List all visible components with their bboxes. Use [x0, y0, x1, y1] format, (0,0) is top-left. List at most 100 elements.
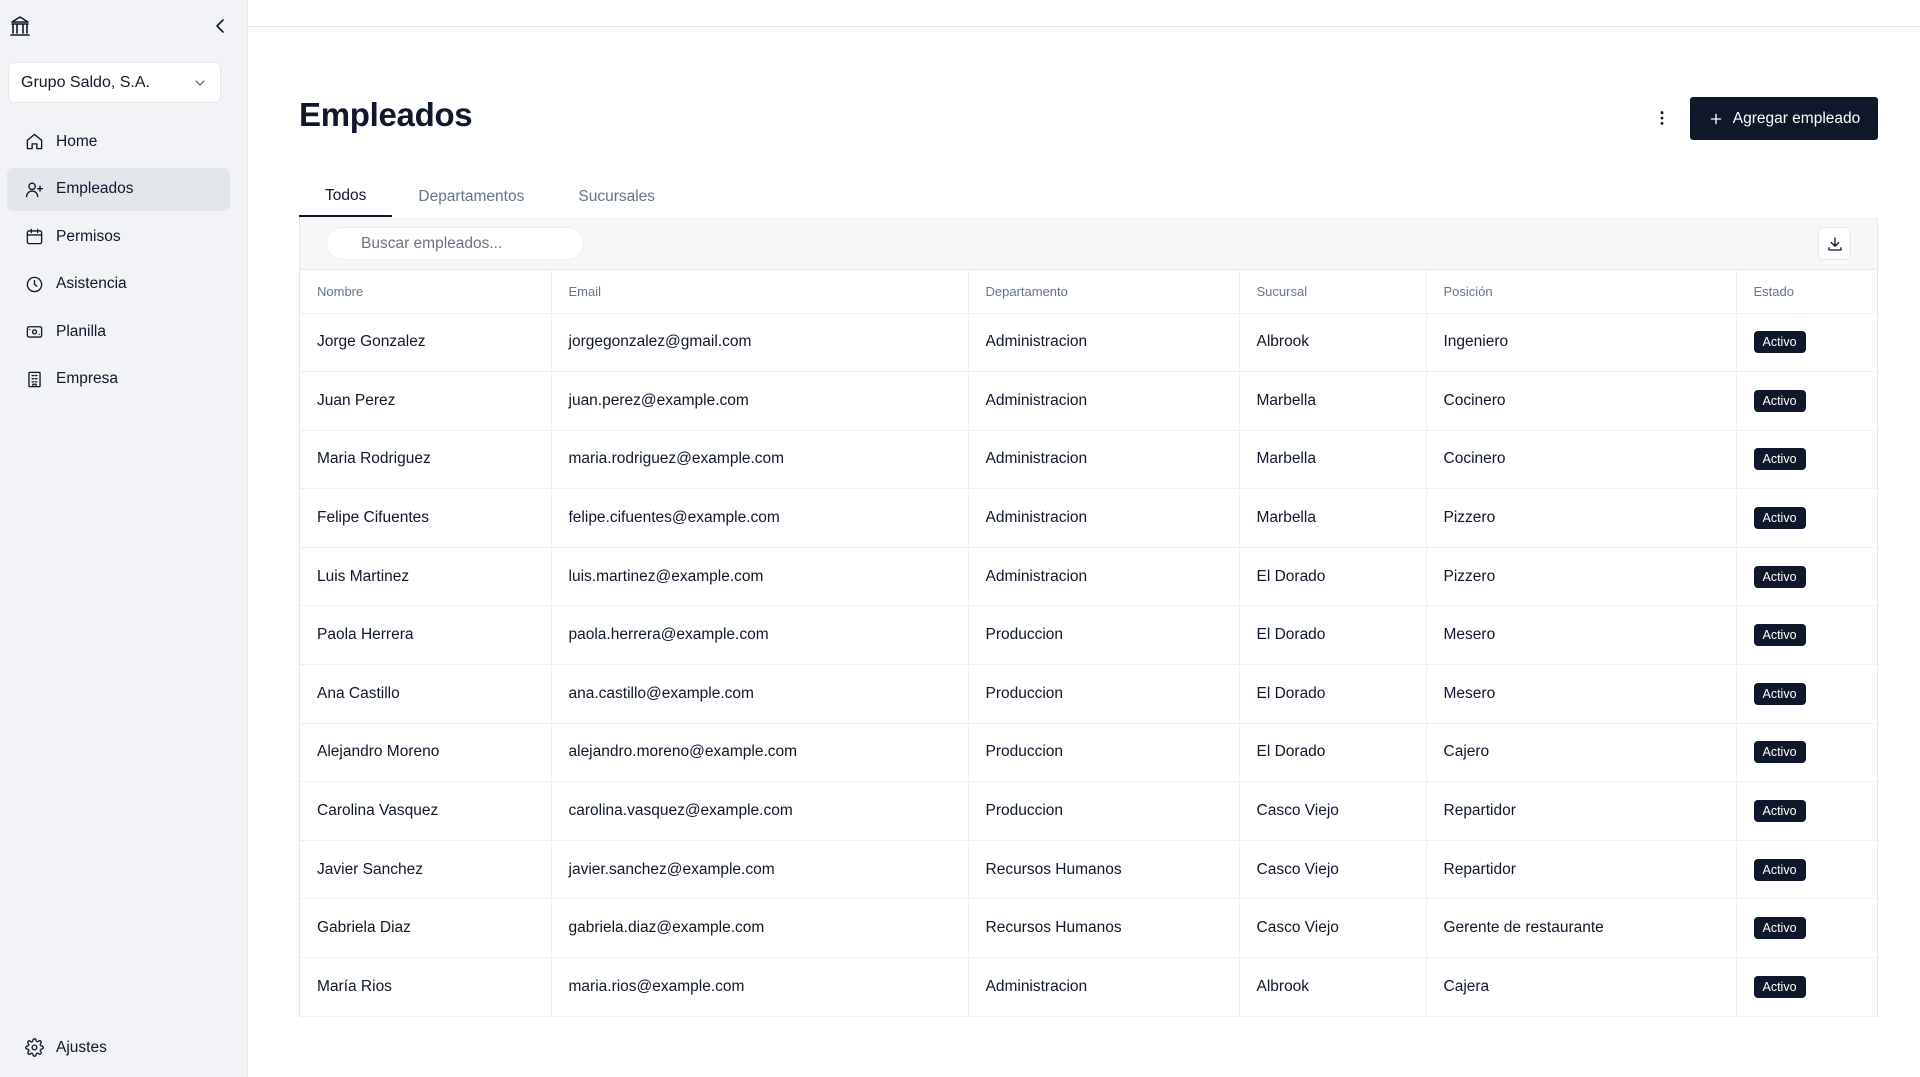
status-badge: Activo: [1753, 507, 1806, 530]
table-row[interactable]: Paola Herrera paola.herrera@example.com Pr…: [300, 605, 1879, 666]
column-header-sucursal[interactable]: Sucursal: [1239, 270, 1427, 314]
cell-posicion: Cocinero: [1426, 371, 1737, 431]
sidebar-item-empresa[interactable]: Empresa: [7, 358, 230, 401]
chevron-left-icon[interactable]: [208, 14, 232, 38]
cell-departamento: Produccion: [968, 664, 1240, 724]
table-row[interactable]: Ana Castillo ana.castillo@example.com Prod…: [300, 664, 1879, 724]
cell-nombre: Alejandro Moreno: [300, 723, 552, 783]
cell-sucursal: Casco Viejo: [1239, 898, 1427, 959]
cell-nombre: Carolina Vasquez: [300, 781, 552, 841]
cell-departamento: Produccion: [968, 605, 1240, 666]
banknote-icon: [26, 326, 43, 338]
cell-posicion: Mesero: [1426, 664, 1737, 724]
search-input[interactable]: [326, 227, 584, 260]
status-badge: Activo: [1753, 975, 1806, 998]
sidebar-nav: Home Empleados Permisos Asistencia Plani…: [7, 120, 230, 405]
cell-email: ana.castillo@example.com: [551, 664, 969, 724]
table-row[interactable]: Gabriela Diaz gabriela.diaz@example.com Re…: [300, 898, 1879, 959]
tab-todos[interactable]: Todos: [299, 177, 393, 217]
cell-estado: Activo: [1736, 371, 1879, 431]
cell-departamento: Produccion: [968, 781, 1240, 841]
cell-departamento: Administracion: [968, 547, 1240, 607]
cell-sucursal: Marbella: [1239, 371, 1427, 431]
table-row[interactable]: Carolina Vasquez carolina.vasquez@example…: [300, 781, 1879, 841]
column-header-departamento[interactable]: Departamento: [968, 270, 1240, 314]
cell-nombre: Gabriela Diaz: [300, 898, 552, 959]
table-row[interactable]: Jorge Gonzalez jorgegonzalez@gmail.com Adm…: [300, 313, 1879, 373]
plus-icon: [1710, 113, 1722, 124]
sidebar-header: [8, 14, 232, 40]
cell-email: jorgegonzalez@gmail.com: [551, 313, 969, 373]
cell-departamento: Recursos Humanos: [968, 898, 1240, 959]
download-button[interactable]: [1818, 227, 1851, 260]
cell-estado: Activo: [1736, 664, 1879, 724]
column-header-estado[interactable]: Estado: [1736, 270, 1879, 314]
cell-departamento: Administracion: [968, 313, 1240, 373]
sidebar-item-asistencia[interactable]: Asistencia: [7, 263, 230, 306]
cell-sucursal: El Dorado: [1239, 547, 1427, 607]
building-icon: [28, 371, 41, 387]
table-row[interactable]: Juan Perez juan.perez@example.com Administ…: [300, 371, 1879, 431]
sidebar-item-label: Empleados: [56, 180, 134, 197]
table-body: Jorge Gonzalez jorgegonzalez@gmail.com Adm…: [300, 313, 1879, 1017]
sidebar-item-label: Empresa: [56, 370, 119, 387]
sidebar-item-ajustes[interactable]: Ajustes: [7, 1026, 230, 1069]
cell-nombre: Felipe Cifuentes: [300, 488, 552, 548]
table-row[interactable]: Felipe Cifuentes felipe.cifuentes@example…: [300, 488, 1879, 548]
cell-email: alejandro.moreno@example.com: [551, 723, 969, 783]
cell-sucursal: El Dorado: [1239, 723, 1427, 783]
cell-departamento: Produccion: [968, 723, 1240, 783]
cell-estado: Activo: [1736, 957, 1879, 1017]
cell-sucursal: Albrook: [1239, 957, 1427, 1017]
home-icon: [26, 133, 43, 150]
cell-posicion: Cajera: [1426, 957, 1737, 1017]
table-row[interactable]: María Rios maria.rios@example.com Administ…: [300, 957, 1879, 1017]
column-header-posicion[interactable]: Posición: [1426, 270, 1737, 314]
sidebar-item-planilla[interactable]: Planilla: [7, 310, 230, 353]
cell-nombre: Paola Herrera: [300, 605, 552, 666]
sidebar-settings: Ajustes: [7, 1026, 230, 1074]
bank-icon[interactable]: [8, 14, 32, 38]
cell-sucursal: Albrook: [1239, 313, 1427, 373]
cell-departamento: Administracion: [968, 371, 1240, 431]
table-row[interactable]: Alejandro Moreno alejandro.moreno@example…: [300, 723, 1879, 783]
cell-nombre: Jorge Gonzalez: [300, 313, 552, 373]
column-header-email[interactable]: Email: [551, 270, 969, 314]
employees-table-container: Nombre Email Departamento Sucursal Posic…: [299, 217, 1879, 1017]
tab-departamentos[interactable]: Departamentos: [392, 177, 552, 217]
cell-estado: Activo: [1736, 723, 1879, 783]
column-header-nombre[interactable]: Nombre: [300, 270, 552, 314]
cell-sucursal: Marbella: [1239, 430, 1427, 490]
status-badge: Activo: [1753, 917, 1806, 940]
table-row[interactable]: Maria Rodriguez maria.rodriguez@example.c…: [300, 430, 1879, 490]
table-row[interactable]: Luis Martinez luis.martinez@example.com Ad…: [300, 547, 1879, 607]
cell-estado: Activo: [1736, 488, 1879, 548]
cell-email: maria.rodriguez@example.com: [551, 430, 969, 490]
company-select[interactable]: Grupo Saldo, S.A.: [8, 62, 221, 103]
sidebar-item-empleados[interactable]: Empleados: [7, 167, 230, 211]
download-icon: [1827, 236, 1842, 251]
user-plus-icon: [25, 181, 44, 197]
calendar-icon: [26, 228, 43, 245]
sidebar-item-permisos[interactable]: Permisos: [7, 215, 230, 258]
sidebar-item-home[interactable]: Home: [7, 120, 230, 163]
table-row[interactable]: Javier Sanchez javier.sanchez@example.com…: [300, 840, 1879, 900]
clock-icon: [26, 276, 43, 292]
status-badge: Activo: [1753, 624, 1806, 647]
cell-departamento: Administracion: [968, 430, 1240, 490]
cell-estado: Activo: [1736, 605, 1879, 666]
cell-email: javier.sanchez@example.com: [551, 840, 969, 900]
more-options-button[interactable]: [1648, 104, 1676, 132]
cell-sucursal: Marbella: [1239, 488, 1427, 548]
cell-nombre: Javier Sanchez: [300, 840, 552, 900]
add-employee-label: Agregar empleado: [1732, 109, 1861, 127]
cell-nombre: Luis Martinez: [300, 547, 552, 607]
tab-sucursales[interactable]: Sucursales: [552, 177, 681, 217]
cell-nombre: Maria Rodriguez: [300, 430, 552, 490]
add-employee-button[interactable]: Agregar empleado: [1690, 97, 1878, 140]
status-badge: Activo: [1753, 389, 1806, 412]
sidebar-item-label: Permisos: [56, 227, 121, 245]
cell-estado: Activo: [1736, 840, 1879, 900]
cell-email: luis.martinez@example.com: [551, 547, 969, 607]
cell-nombre: Ana Castillo: [300, 664, 552, 724]
